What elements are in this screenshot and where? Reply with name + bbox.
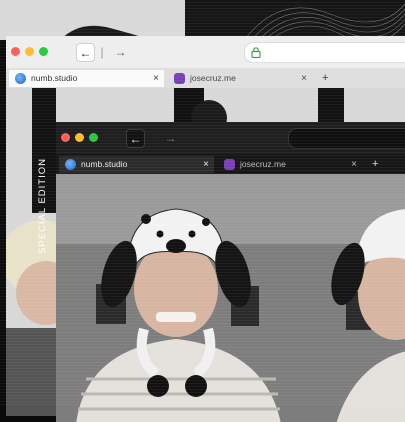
edge-icon	[65, 159, 76, 170]
tab-numb-studio[interactable]: numb.studio ×	[9, 70, 164, 87]
forward-arrow-icon: →	[114, 44, 127, 59]
tab-josecruz[interactable]: josecruz.me ×	[218, 156, 362, 173]
tab-label: numb.studio	[81, 159, 128, 169]
back-arrow-icon: ←	[129, 131, 142, 146]
close-tab-icon[interactable]: ×	[153, 70, 159, 87]
tab-label: josecruz.me	[190, 73, 236, 83]
back-arrow-icon: ←	[79, 45, 92, 60]
dark-shape-photo	[60, 25, 150, 40]
minimize-window-button[interactable]	[75, 133, 84, 142]
site-favicon-icon	[174, 73, 185, 84]
tab-strip: numb.studio × josecruz.me × +	[6, 68, 405, 89]
forward-button[interactable]: →	[112, 43, 129, 60]
tab-numb-studio[interactable]: numb.studio ×	[59, 156, 214, 173]
new-tab-button[interactable]: +	[318, 70, 334, 87]
nav-divider: |	[100, 44, 104, 59]
minimize-window-button[interactable]	[25, 47, 34, 56]
new-tab-button[interactable]: +	[368, 156, 384, 173]
address-bar[interactable]	[244, 42, 405, 63]
window-titlebar: ← →	[56, 122, 405, 154]
close-window-button[interactable]	[61, 133, 70, 142]
dog-hat-person-photo	[56, 174, 405, 422]
close-tab-icon[interactable]: ×	[301, 70, 307, 87]
window-titlebar: ← | →	[6, 36, 405, 68]
forward-button[interactable]: →	[162, 129, 179, 146]
tab-label: josecruz.me	[240, 159, 286, 169]
background-grey-panel	[0, 0, 185, 40]
maximize-window-button[interactable]	[39, 47, 48, 56]
back-button[interactable]: ←	[126, 129, 145, 148]
lock-icon	[251, 47, 261, 58]
tab-josecruz[interactable]: josecruz.me ×	[168, 70, 312, 87]
close-tab-icon[interactable]: ×	[351, 156, 357, 173]
tab-strip: numb.studio × josecruz.me × +	[56, 154, 405, 175]
edge-icon	[15, 73, 26, 84]
vertical-poster-text: SPECIAL EDITION	[37, 158, 48, 254]
page-content-photo	[56, 174, 405, 422]
close-tab-icon[interactable]: ×	[203, 156, 209, 173]
maximize-window-button[interactable]	[89, 133, 98, 142]
browser-window-dark: ← → numb.studio × josecruz.me × +	[56, 122, 405, 422]
back-button[interactable]: ←	[76, 43, 95, 62]
site-favicon-icon	[224, 159, 235, 170]
address-bar[interactable]	[288, 128, 405, 149]
tab-label: numb.studio	[31, 73, 78, 83]
forward-arrow-icon: →	[164, 130, 177, 145]
close-window-button[interactable]	[11, 47, 20, 56]
